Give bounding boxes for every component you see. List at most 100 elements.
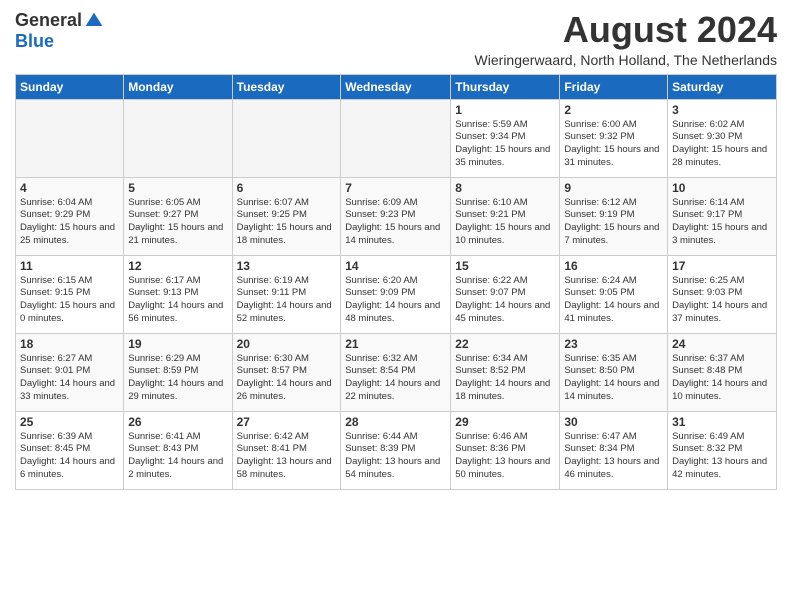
day-number: 23	[564, 337, 663, 351]
calendar-cell: 1 Sunrise: 5:59 AM Sunset: 9:34 PM Daylig…	[451, 99, 560, 177]
calendar-cell: 14 Sunrise: 6:20 AM Sunset: 9:09 PM Dayli…	[341, 255, 451, 333]
day-number: 15	[455, 259, 555, 273]
logo-general-text: General	[15, 10, 82, 31]
header: General Blue August 2024 Wieringerwaard,…	[15, 10, 777, 68]
day-info: Sunrise: 6:09 AM Sunset: 9:23 PM Dayligh…	[345, 197, 446, 248]
day-info: Sunrise: 6:44 AM Sunset: 8:39 PM Dayligh…	[345, 431, 446, 482]
day-info: Sunrise: 6:49 AM Sunset: 8:32 PM Dayligh…	[672, 431, 772, 482]
day-number: 29	[455, 415, 555, 429]
calendar-cell: 28 Sunrise: 6:44 AM Sunset: 8:39 PM Dayli…	[341, 411, 451, 489]
calendar-cell: 8Sunrise: 6:10 AM Sunset: 9:21 PM Daylig…	[451, 177, 560, 255]
subtitle: Wieringerwaard, North Holland, The Nethe…	[104, 52, 777, 68]
day-number: 16	[564, 259, 663, 273]
day-number: 20	[237, 337, 337, 351]
calendar-cell: 7 Sunrise: 6:09 AM Sunset: 9:23 PM Daylig…	[341, 177, 451, 255]
calendar-cell	[124, 99, 232, 177]
calendar-cell	[232, 99, 341, 177]
calendar-cell: 29 Sunrise: 6:46 AM Sunset: 8:36 PM Dayli…	[451, 411, 560, 489]
day-info: Sunrise: 6:37 AM Sunset: 8:48 PM Dayligh…	[672, 353, 772, 404]
day-info: Sunrise: 6:07 AM Sunset: 9:25 PM Dayligh…	[237, 197, 337, 248]
day-number: 6	[237, 181, 337, 195]
day-info: Sunrise: 6:14 AM Sunset: 9:17 PM Dayligh…	[672, 197, 772, 248]
day-info: Sunrise: 6:04 AM Sunset: 9:29 PM Dayligh…	[20, 197, 119, 248]
calendar-cell: 4 Sunrise: 6:04 AM Sunset: 9:29 PM Daylig…	[16, 177, 124, 255]
day-info: Sunrise: 5:59 AM Sunset: 9:34 PM Dayligh…	[455, 119, 555, 170]
calendar-cell: 6 Sunrise: 6:07 AM Sunset: 9:25 PM Daylig…	[232, 177, 341, 255]
calendar-cell: 15 Sunrise: 6:22 AM Sunset: 9:07 PM Dayli…	[451, 255, 560, 333]
calendar-cell: 16 Sunrise: 6:24 AM Sunset: 9:05 PM Dayli…	[560, 255, 668, 333]
day-info: Sunrise: 6:24 AM Sunset: 9:05 PM Dayligh…	[564, 275, 663, 326]
calendar-week-2: 4 Sunrise: 6:04 AM Sunset: 9:29 PM Daylig…	[16, 177, 777, 255]
calendar-cell	[16, 99, 124, 177]
day-info: Sunrise: 6:34 AM Sunset: 8:52 PM Dayligh…	[455, 353, 555, 404]
calendar-cell: 23 Sunrise: 6:35 AM Sunset: 8:50 PM Dayli…	[560, 333, 668, 411]
calendar-cell	[341, 99, 451, 177]
title-area: August 2024 Wieringerwaard, North Hollan…	[104, 10, 777, 68]
calendar-cell: 10 Sunrise: 6:14 AM Sunset: 9:17 PM Dayli…	[668, 177, 777, 255]
calendar-cell: 19Sunrise: 6:29 AM Sunset: 8:59 PM Dayli…	[124, 333, 232, 411]
calendar-header-thursday: Thursday	[451, 74, 560, 99]
day-number: 26	[128, 415, 227, 429]
calendar-cell: 12 Sunrise: 6:17 AM Sunset: 9:13 PM Dayli…	[124, 255, 232, 333]
day-info: Sunrise: 6:00 AM Sunset: 9:32 PM Dayligh…	[564, 119, 663, 170]
day-number: 13	[237, 259, 337, 273]
calendar-cell: 2 Sunrise: 6:00 AM Sunset: 9:32 PM Daylig…	[560, 99, 668, 177]
day-info: Sunrise: 6:32 AM Sunset: 8:54 PM Dayligh…	[345, 353, 446, 404]
day-number: 25	[20, 415, 119, 429]
calendar-cell: 3 Sunrise: 6:02 AM Sunset: 9:30 PM Daylig…	[668, 99, 777, 177]
day-number: 10	[672, 181, 772, 195]
day-info: Sunrise: 6:27 AM Sunset: 9:01 PM Dayligh…	[20, 353, 119, 404]
day-info: Sunrise: 6:39 AM Sunset: 8:45 PM Dayligh…	[20, 431, 119, 482]
day-number: 7	[345, 181, 446, 195]
calendar-cell: 9Sunrise: 6:12 AM Sunset: 9:19 PM Daylig…	[560, 177, 668, 255]
calendar-cell: 5Sunrise: 6:05 AM Sunset: 9:27 PM Daylig…	[124, 177, 232, 255]
day-number: 3	[672, 103, 772, 117]
day-number: 5	[128, 181, 227, 195]
day-number: 14	[345, 259, 446, 273]
calendar-cell: 25 Sunrise: 6:39 AM Sunset: 8:45 PM Dayli…	[16, 411, 124, 489]
day-info: Sunrise: 6:41 AM Sunset: 8:43 PM Dayligh…	[128, 431, 227, 482]
calendar-week-4: 18 Sunrise: 6:27 AM Sunset: 9:01 PM Dayli…	[16, 333, 777, 411]
day-info: Sunrise: 6:47 AM Sunset: 8:34 PM Dayligh…	[564, 431, 663, 482]
calendar-cell: 30Sunrise: 6:47 AM Sunset: 8:34 PM Dayli…	[560, 411, 668, 489]
day-info: Sunrise: 6:19 AM Sunset: 9:11 PM Dayligh…	[237, 275, 337, 326]
day-number: 1	[455, 103, 555, 117]
main-title: August 2024	[104, 10, 777, 50]
day-info: Sunrise: 6:02 AM Sunset: 9:30 PM Dayligh…	[672, 119, 772, 170]
day-info: Sunrise: 6:22 AM Sunset: 9:07 PM Dayligh…	[455, 275, 555, 326]
day-number: 4	[20, 181, 119, 195]
day-number: 8	[455, 181, 555, 195]
calendar-header-tuesday: Tuesday	[232, 74, 341, 99]
day-number: 31	[672, 415, 772, 429]
logo-blue-text: Blue	[15, 31, 54, 52]
day-number: 18	[20, 337, 119, 351]
day-info: Sunrise: 6:15 AM Sunset: 9:15 PM Dayligh…	[20, 275, 119, 326]
calendar-cell: 22 Sunrise: 6:34 AM Sunset: 8:52 PM Dayli…	[451, 333, 560, 411]
day-number: 9	[564, 181, 663, 195]
calendar-cell: 17Sunrise: 6:25 AM Sunset: 9:03 PM Dayli…	[668, 255, 777, 333]
calendar-week-3: 11 Sunrise: 6:15 AM Sunset: 9:15 PM Dayli…	[16, 255, 777, 333]
day-number: 2	[564, 103, 663, 117]
calendar-week-5: 25 Sunrise: 6:39 AM Sunset: 8:45 PM Dayli…	[16, 411, 777, 489]
calendar-header-monday: Monday	[124, 74, 232, 99]
day-info: Sunrise: 6:46 AM Sunset: 8:36 PM Dayligh…	[455, 431, 555, 482]
day-info: Sunrise: 6:17 AM Sunset: 9:13 PM Dayligh…	[128, 275, 227, 326]
calendar-cell: 18 Sunrise: 6:27 AM Sunset: 9:01 PM Dayli…	[16, 333, 124, 411]
day-number: 21	[345, 337, 446, 351]
day-number: 24	[672, 337, 772, 351]
calendar-week-1: 1 Sunrise: 5:59 AM Sunset: 9:34 PM Daylig…	[16, 99, 777, 177]
day-number: 12	[128, 259, 227, 273]
day-info: Sunrise: 6:30 AM Sunset: 8:57 PM Dayligh…	[237, 353, 337, 404]
calendar-header-wednesday: Wednesday	[341, 74, 451, 99]
day-number: 11	[20, 259, 119, 273]
calendar-header-sunday: Sunday	[16, 74, 124, 99]
day-number: 28	[345, 415, 446, 429]
day-number: 22	[455, 337, 555, 351]
day-info: Sunrise: 6:20 AM Sunset: 9:09 PM Dayligh…	[345, 275, 446, 326]
calendar: SundayMondayTuesdayWednesdayThursdayFrid…	[15, 74, 777, 490]
day-info: Sunrise: 6:29 AM Sunset: 8:59 PM Dayligh…	[128, 353, 227, 404]
day-info: Sunrise: 6:42 AM Sunset: 8:41 PM Dayligh…	[237, 431, 337, 482]
calendar-cell: 31 Sunrise: 6:49 AM Sunset: 8:32 PM Dayli…	[668, 411, 777, 489]
page: General Blue August 2024 Wieringerwaard,…	[0, 0, 792, 500]
day-info: Sunrise: 6:35 AM Sunset: 8:50 PM Dayligh…	[564, 353, 663, 404]
